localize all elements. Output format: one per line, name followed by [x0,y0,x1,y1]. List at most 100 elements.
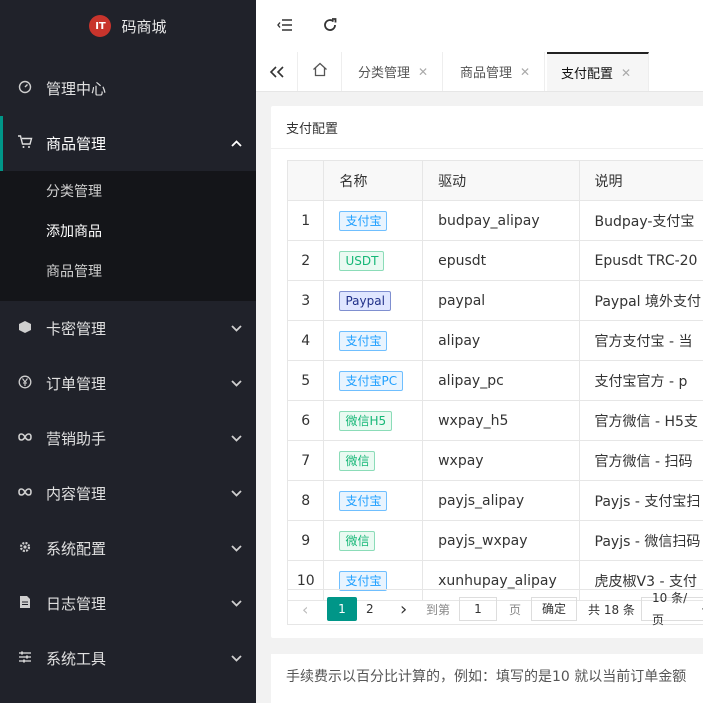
name-cell: 微信 [323,520,424,561]
page-suffix: 页 [509,602,522,617]
sidebar-item-system-config[interactable]: 系统配置 [0,521,256,576]
sidebar-item-tools[interactable]: 系统工具 [0,631,256,686]
page-2-button[interactable]: 2 [366,597,374,621]
name-cell: USDT [323,240,424,281]
row-index: 4 [286,320,325,361]
chevron-down-icon [231,301,242,356]
pay-name-badge: 微信H5 [339,410,393,431]
pay-table: 名称 驱动 说明 1 支付宝 budpay_alipay Budpay-支付宝 2 USD… [286,160,703,601]
dashboard-icon [16,80,34,98]
total-count: 共 18 条 [588,602,635,617]
goto-page-input[interactable]: 1 [459,597,497,621]
row-index: 5 [286,360,325,401]
desc-cell: Payjs - 微信扫码 [578,520,703,561]
name-cell: 支付宝 [323,320,424,361]
desc-cell: 官方支付宝 - 当 [578,320,703,361]
next-page-button[interactable]: › [400,597,407,621]
name-cell: 微信 [323,440,424,481]
row-index: 6 [286,400,325,441]
tab-pay-config[interactable]: 支付配置 ✕ [547,52,649,91]
tabs-scroll-left-icon[interactable] [256,52,298,91]
submenu-item-add-goods[interactable]: 添加商品 [0,211,256,251]
table-row[interactable]: 9 微信 payjs_wxpay Payjs - 微信扫码 [286,520,703,561]
column-header-driver[interactable]: 驱动 [422,160,580,201]
prev-page-button[interactable]: ‹ [302,597,308,621]
sidebar: IT 码商城 管理中心 商品管理 分类管理 添加商品 商品管理 卡密管理 订单管… [0,0,256,703]
tab-label: 分类管理 [358,66,411,81]
goto-label: 到第 [426,602,451,617]
close-icon[interactable]: ✕ [520,65,530,79]
desc-cell: 支付宝官方 - p [578,360,703,401]
desc-cell: 官方微信 - H5支 [578,400,703,441]
table-row[interactable]: 8 支付宝 payjs_alipay Payjs - 支付宝扫 [286,480,703,521]
column-header-desc[interactable]: 说明 [578,160,703,201]
sidebar-item-admin-center[interactable]: 管理中心 [0,61,256,116]
row-index: 8 [286,480,325,521]
table-row[interactable]: 4 支付宝 alipay 官方支付宝 - 当 [286,320,703,361]
name-cell: 支付宝PC [323,360,424,401]
sidebar-item-cards[interactable]: 卡密管理 [0,301,256,356]
chevron-down-icon [231,356,242,411]
chevron-down-icon [231,466,242,521]
logo-badge: IT [89,15,112,37]
top-header [256,0,703,53]
desc-cell: Paypal 境外支付 [578,280,703,321]
page-size-select[interactable]: 10 条/页 [641,591,703,627]
tab-goods[interactable]: 商品管理 ✕ [446,52,546,91]
sidebar-item-goods[interactable]: 商品管理 [0,116,256,171]
chevron-down-icon [231,521,242,576]
sidebar-item-marketing[interactable]: 营销助手 [0,411,256,466]
table-row[interactable]: 2 USDT epusdt Epusdt TRC-20 [286,240,703,281]
gear-icon [16,540,34,558]
pay-name-badge: 支付宝 [339,330,388,351]
cube-icon [16,320,34,338]
cart-icon [16,134,34,153]
table-row[interactable]: 7 微信 wxpay 官方微信 - 扫码 [286,440,703,481]
sidebar-item-content[interactable]: 内容管理 [0,466,256,521]
name-cell: Paypal [323,280,424,321]
collapse-sidebar-icon[interactable] [274,14,296,36]
note-card: 手续费示以百分比计算的，例如：填写的是10 就以当前订单金额 [271,654,703,703]
sidebar-item-label: 卡密管理 [46,320,107,338]
sidebar-item-label: 营销助手 [46,430,107,448]
logo[interactable]: IT 码商城 [0,0,256,52]
sidebar-item-label: 订单管理 [46,375,107,393]
submenu-item-goods[interactable]: 商品管理 [0,251,256,291]
goto-confirm-button[interactable]: 确定 [531,597,578,621]
index-header [286,160,325,201]
driver-cell: wxpay_h5 [422,400,580,441]
submenu-item-category[interactable]: 分类管理 [0,171,256,211]
sidebar-item-label: 管理中心 [46,80,107,98]
driver-cell: alipay_pc [422,360,580,401]
refresh-icon[interactable] [319,14,341,36]
home-icon [312,62,328,81]
name-cell: 支付宝 [323,480,424,521]
tab-home[interactable] [298,52,342,91]
sidebar-item-orders[interactable]: 订单管理 [0,356,256,411]
name-cell: 微信H5 [323,400,424,441]
table-row[interactable]: 3 Paypal paypal Paypal 境外支付 [286,280,703,321]
tab-category[interactable]: 分类管理 ✕ [344,52,444,91]
page-1-button[interactable]: 1 [327,597,357,621]
table-row[interactable]: 5 支付宝PC alipay_pc 支付宝官方 - p [286,360,703,401]
app-title: 码商城 [121,17,167,36]
infinity-icon [16,486,34,501]
tab-label: 商品管理 [460,66,513,81]
pay-config-card: 支付配置 名称 驱动 说明 1 支付宝 budpay_alipay Budpay-支付… [271,106,703,638]
desc-cell: Payjs - 支付宝扫 [578,480,703,521]
table-row[interactable]: 1 支付宝 budpay_alipay Budpay-支付宝 [286,200,703,241]
chevron-down-icon [231,411,242,466]
driver-cell: payjs_alipay [422,480,580,521]
sidebar-item-logs[interactable]: 日志管理 [0,576,256,631]
pay-name-badge: Paypal [339,290,391,311]
pay-name-badge: 微信 [339,450,376,471]
goods-submenu: 分类管理 添加商品 商品管理 [0,171,256,301]
close-icon[interactable]: ✕ [621,66,631,80]
sidebar-item-label: 商品管理 [46,135,107,153]
table-row[interactable]: 6 微信H5 wxpay_h5 官方微信 - H5支 [286,400,703,441]
close-icon[interactable]: ✕ [418,65,428,79]
sidebar-item-label: 日志管理 [46,595,107,613]
pay-name-badge: 支付宝 [339,570,388,591]
column-header-name[interactable]: 名称 [323,160,424,201]
chevron-down-icon [231,576,242,631]
